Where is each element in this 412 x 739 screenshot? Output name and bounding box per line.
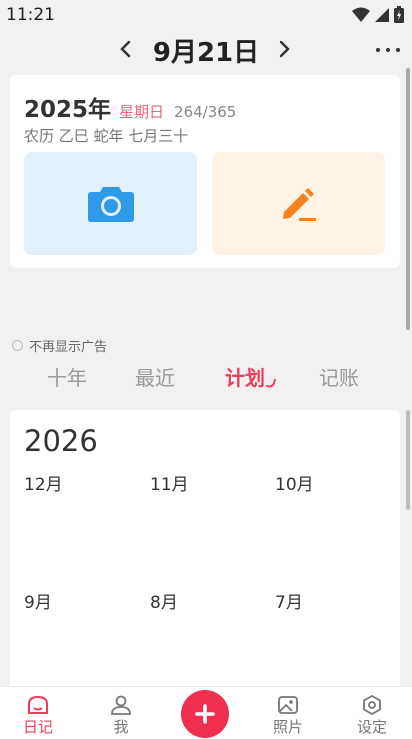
- more-options-button[interactable]: [376, 40, 400, 60]
- day-of-year-text: 264/365: [174, 103, 237, 121]
- tab-plan-label: 计划: [225, 366, 265, 390]
- image-icon: [278, 696, 298, 714]
- camera-icon: [87, 186, 134, 222]
- tab-recent[interactable]: 最近: [135, 362, 175, 391]
- add-entry-button[interactable]: [181, 690, 229, 738]
- nav-diary[interactable]: 日记: [8, 695, 68, 737]
- settings-icon: [363, 695, 381, 715]
- weekday-text: 星期日: [119, 103, 165, 121]
- status-icons: [352, 6, 404, 23]
- tab-plan[interactable]: 计划: [225, 362, 277, 391]
- write-entry-button[interactable]: [212, 152, 385, 255]
- today-card: 2025年 星期日 264/365 农历 乙巳 蛇年 七月三十: [10, 75, 400, 268]
- more-dot-icon: [386, 48, 390, 52]
- nav-diary-label: 日记: [22, 718, 53, 736]
- month-cell[interactable]: 8月: [150, 588, 178, 613]
- add-photo-button[interactable]: [24, 152, 197, 255]
- more-dot-icon: [396, 48, 400, 52]
- tab-decade[interactable]: 十年: [47, 362, 87, 391]
- radio-icon: [12, 340, 23, 351]
- next-day-button[interactable]: [272, 34, 298, 64]
- pencil-icon: [282, 187, 316, 221]
- nav-photos[interactable]: 照片: [258, 695, 318, 737]
- battery-icon: [394, 6, 404, 23]
- month-cell[interactable]: 12月: [24, 470, 63, 495]
- year-line: 2025年 星期日 264/365: [24, 90, 236, 124]
- scrollbar[interactable]: [406, 68, 410, 330]
- nav-settings[interactable]: 设定: [342, 695, 402, 737]
- chevron-right-icon: [279, 40, 290, 58]
- tab-accounting[interactable]: 记账: [319, 362, 359, 391]
- hide-ads-label: 不再显示广告: [29, 340, 108, 355]
- hide-ads-toggle[interactable]: 不再显示广告: [12, 336, 107, 355]
- date-title[interactable]: 9月21日: [0, 32, 412, 69]
- lunar-date: 农历 乙巳 蛇年 七月三十: [24, 127, 189, 145]
- month-cell[interactable]: 11月: [150, 470, 189, 495]
- more-dot-icon: [376, 48, 380, 52]
- date-nav: 9月21日: [0, 30, 412, 70]
- signal-icon: [375, 7, 389, 22]
- month-cell[interactable]: 7月: [275, 588, 303, 613]
- view-tabs: 十年 最近 计划 记账: [0, 362, 412, 394]
- status-bar: 11:21: [0, 0, 412, 32]
- month-cell[interactable]: 9月: [24, 588, 52, 613]
- status-time: 11:21: [6, 5, 55, 25]
- plan-year: 2026: [24, 424, 98, 458]
- nav-me-label: 我: [113, 718, 129, 736]
- nav-settings-label: 设定: [356, 718, 387, 736]
- home-icon: [28, 695, 48, 714]
- month-cell[interactable]: 10月: [275, 470, 314, 495]
- year-text: 2025年: [24, 97, 112, 123]
- plan-card: 2026 12月 11月 10月 9月 8月 7月: [10, 410, 400, 690]
- person-icon: [111, 695, 131, 715]
- active-tab-indicator: [265, 377, 277, 389]
- wifi-icon: [352, 7, 370, 22]
- nav-photos-label: 照片: [272, 718, 303, 736]
- scrollbar[interactable]: [406, 410, 410, 510]
- nav-me[interactable]: 我: [91, 695, 151, 737]
- plus-icon: [195, 704, 215, 724]
